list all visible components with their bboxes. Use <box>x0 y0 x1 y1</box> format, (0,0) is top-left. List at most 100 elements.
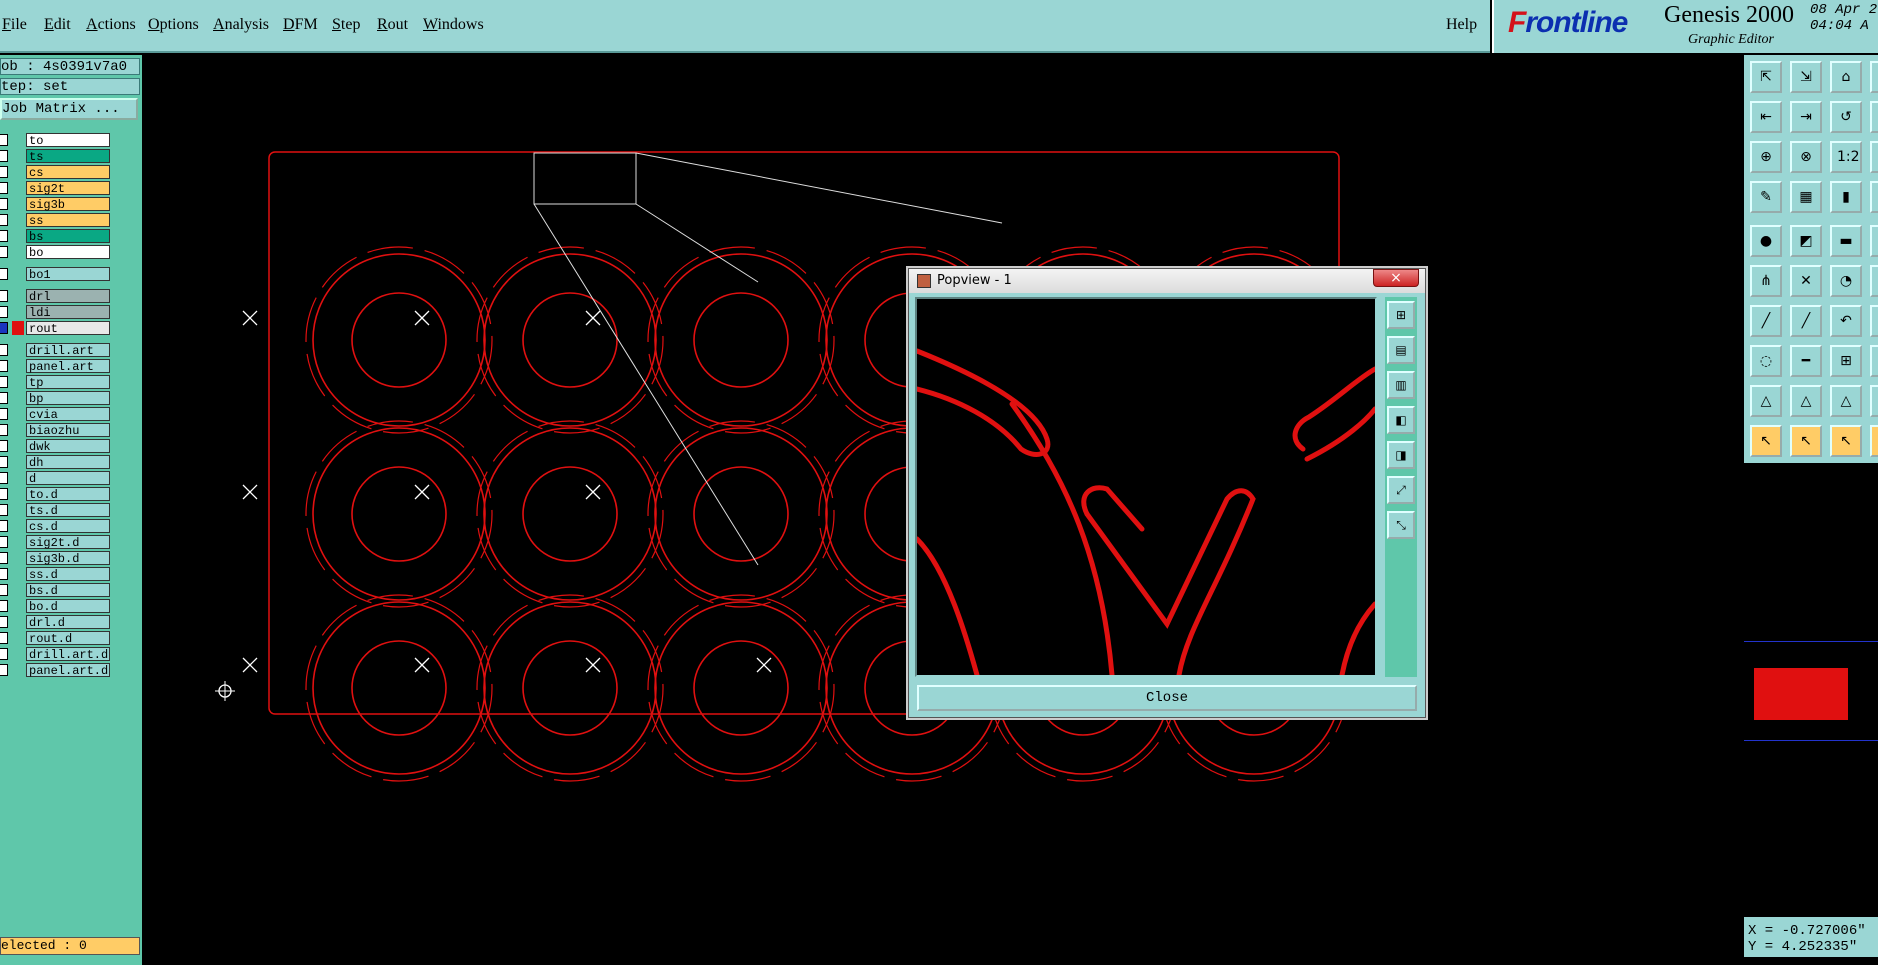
tool-button[interactable]: □ <box>1870 61 1878 93</box>
layer-checkbox[interactable] <box>0 616 8 628</box>
layer-checkbox[interactable] <box>0 392 8 404</box>
tool-button[interactable]: ━ <box>1790 345 1822 377</box>
layer-row-rout.d[interactable]: rout.d <box>0 631 112 646</box>
layer-name[interactable]: ss.d <box>26 567 110 582</box>
layer-row-drill.art[interactable]: drill.art <box>0 343 112 358</box>
layer-checkbox[interactable] <box>0 230 8 242</box>
layer-checkbox[interactable] <box>0 664 8 676</box>
layer-name[interactable]: sig3b <box>26 197 110 212</box>
tool-button[interactable]: ▬ <box>1830 225 1862 257</box>
layer-name[interactable]: bo <box>26 245 110 260</box>
layer-checkbox[interactable] <box>0 600 8 612</box>
menu-edit[interactable]: Edit <box>44 16 71 34</box>
menu-analysis[interactable]: Analysis <box>213 16 269 34</box>
layer-row-bo[interactable]: bo <box>0 245 112 260</box>
layer-row-ss[interactable]: ss <box>0 213 112 228</box>
popview-zoom-view[interactable] <box>915 297 1377 677</box>
layer-name[interactable]: rout.d <box>26 631 110 646</box>
layer-row-ts.d[interactable]: ts.d <box>0 503 112 518</box>
layer-name[interactable]: cvia <box>26 407 110 422</box>
layer-name[interactable]: to <box>26 133 110 148</box>
help-menu[interactable]: Help <box>1446 16 1477 34</box>
tool-button[interactable]: ▤ <box>1870 305 1878 337</box>
layer-name[interactable]: to.d <box>26 487 110 502</box>
popview-tool-button[interactable]: ▤ <box>1387 336 1415 364</box>
tool-button[interactable]: ↺ <box>1830 101 1862 133</box>
layer-name[interactable]: bp <box>26 391 110 406</box>
layer-row-biaozhu[interactable]: biaozhu <box>0 423 112 438</box>
layer-name[interactable]: bs.d <box>26 583 110 598</box>
tool-button[interactable]: ⇲ <box>1790 61 1822 93</box>
tool-button[interactable]: ▧ <box>1870 345 1878 377</box>
tool-button[interactable]: ▮ <box>1830 181 1862 213</box>
layer-checkbox[interactable] <box>0 440 8 452</box>
layer-name[interactable]: cs.d <box>26 519 110 534</box>
layer-checkbox[interactable] <box>0 344 8 356</box>
layer-name[interactable]: sig3b.d <box>26 551 110 566</box>
tool-button[interactable]: ▢ <box>1870 225 1878 257</box>
tool-button[interactable]: ▨ <box>1870 265 1878 297</box>
layer-checkbox[interactable] <box>0 424 8 436</box>
tool-button[interactable]: ● <box>1750 225 1782 257</box>
layer-checkbox[interactable] <box>0 568 8 580</box>
popview-titlebar[interactable]: Popview - 1 × <box>909 269 1425 293</box>
layer-name[interactable]: drl.d <box>26 615 110 630</box>
layer-row-dwk[interactable]: dwk <box>0 439 112 454</box>
tool-button[interactable]: ▦ <box>1790 181 1822 213</box>
layer-row-cs[interactable]: cs <box>0 165 112 180</box>
tool-button[interactable]: 1:2 <box>1830 141 1862 173</box>
layer-checkbox[interactable] <box>0 552 8 564</box>
layer-checkbox[interactable] <box>0 520 8 532</box>
layer-row-d[interactable]: d <box>0 471 112 486</box>
tool-button[interactable]: ▣ <box>1870 181 1878 213</box>
layer-name[interactable]: biaozhu <box>26 423 110 438</box>
layer-name[interactable]: bs <box>26 229 110 244</box>
layer-name[interactable]: drill.art <box>26 343 110 358</box>
layer-checkbox[interactable] <box>0 504 8 516</box>
layer-row-sig2t[interactable]: sig2t <box>0 181 112 196</box>
layer-row-dh[interactable]: dh <box>0 455 112 470</box>
layer-row-bs.d[interactable]: bs.d <box>0 583 112 598</box>
menu-rout[interactable]: Rout <box>377 16 408 34</box>
layer-row-ts[interactable]: ts <box>0 149 112 164</box>
layer-checkbox[interactable] <box>0 246 8 258</box>
tool-button[interactable]: ◌ <box>1750 345 1782 377</box>
layer-row-ldi[interactable]: ldi <box>0 305 112 320</box>
tool-button[interactable]: ⌂ <box>1830 61 1862 93</box>
layer-name[interactable]: drl <box>26 289 110 304</box>
layer-row-ss.d[interactable]: ss.d <box>0 567 112 582</box>
layer-name[interactable]: cs <box>26 165 110 180</box>
layer-row-bo.d[interactable]: bo.d <box>0 599 112 614</box>
menu-actions[interactable]: Actions <box>86 16 136 34</box>
layer-row-drl.d[interactable]: drl.d <box>0 615 112 630</box>
layer-checkbox[interactable] <box>0 472 8 484</box>
layer-checkbox[interactable] <box>0 632 8 644</box>
layer-row-sig2t.d[interactable]: sig2t.d <box>0 535 112 550</box>
layer-checkbox[interactable] <box>0 488 8 500</box>
tool-button[interactable]: ╱ <box>1750 305 1782 337</box>
layer-checkbox[interactable] <box>0 198 8 210</box>
popview-tool-button[interactable]: ▥ <box>1387 371 1415 399</box>
tool-button[interactable]: ✕ <box>1790 265 1822 297</box>
tool-button[interactable]: ↖ <box>1790 425 1822 457</box>
close-button[interactable]: Close <box>917 685 1417 711</box>
layer-checkbox[interactable] <box>0 150 8 162</box>
tool-button[interactable]: ⋔ <box>1750 265 1782 297</box>
layer-name[interactable]: dh <box>26 455 110 470</box>
layer-row-rout[interactable]: rout <box>0 321 112 336</box>
layer-checkbox[interactable] <box>0 134 8 146</box>
tool-button[interactable]: △ <box>1830 385 1862 417</box>
layer-row-bo1[interactable]: bo1 <box>0 267 112 282</box>
layer-checkbox[interactable] <box>0 408 8 420</box>
layer-checkbox[interactable] <box>0 360 8 372</box>
tool-button[interactable]: ▥ <box>1870 141 1878 173</box>
tool-button[interactable]: ⇥ <box>1790 101 1822 133</box>
layer-name[interactable]: dwk <box>26 439 110 454</box>
menu-options[interactable]: Options <box>148 16 199 34</box>
layer-checkbox[interactable] <box>0 584 8 596</box>
layer-checkbox[interactable] <box>0 648 8 660</box>
layer-row-cvia[interactable]: cvia <box>0 407 112 422</box>
tool-button[interactable]: △ <box>1790 385 1822 417</box>
tool-button[interactable]: ⊕ <box>1750 141 1782 173</box>
layer-row-panel.art[interactable]: panel.art <box>0 359 112 374</box>
